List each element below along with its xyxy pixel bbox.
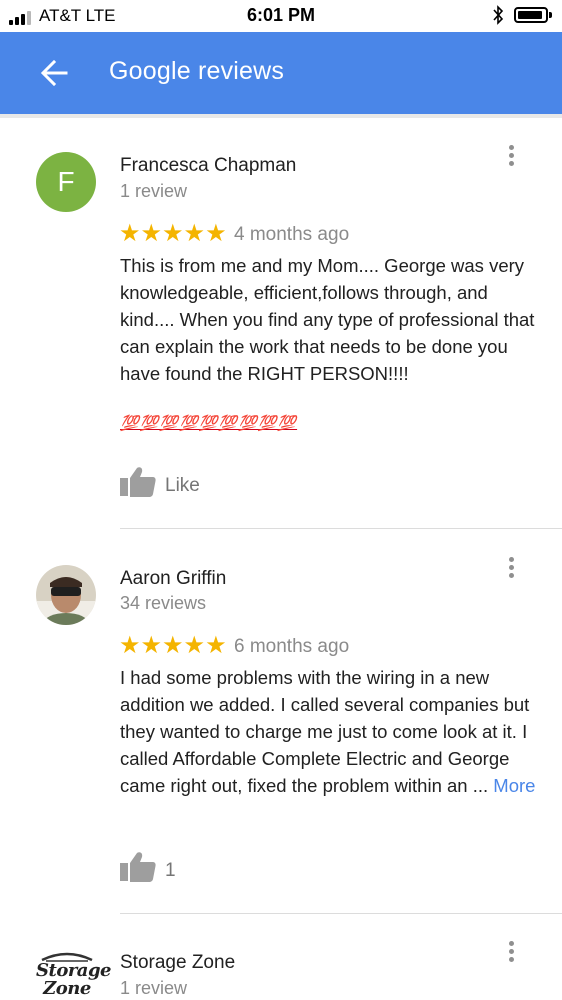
avatar[interactable] [36,565,96,625]
review-card: Storage Zone Storage Zone 1 review [0,914,562,1000]
reviewer-review-count: 1 review [120,181,188,201]
star-rating: ★★★★★ [119,632,227,659]
like-count: 1 [165,860,176,881]
review-time-ago: 6 months ago [234,636,350,657]
review-text-body: I had some problems with the wiring in a… [120,667,530,796]
review-emoji: 💯💯💯💯💯💯💯💯💯 [120,415,298,432]
review-time-ago: 4 months ago [234,224,350,245]
battery-icon [514,7,548,23]
more-link[interactable]: More [493,775,535,796]
reviewer-name[interactable]: Aaron Griffin [120,568,226,590]
bluetooth-icon [493,5,504,25]
star-rating: ★★★★★ [119,220,227,247]
review-card: F Francesca Chapman 1 review ★★★★★ 4 mon… [0,118,562,528]
reviewer-name[interactable]: Francesca Chapman [120,155,296,177]
more-options-icon[interactable] [506,145,516,169]
reviewer-review-count: 1 review [120,978,188,998]
thumbs-up-icon[interactable] [120,851,156,883]
thumbs-up-icon[interactable] [120,466,156,498]
reviewer-review-count: 34 reviews [120,593,207,613]
more-options-icon[interactable] [506,941,516,965]
page-title: Google reviews [109,57,285,85]
review-card: Aaron Griffin 34 reviews ★★★★★ 6 months … [0,529,562,914]
review-text: I had some problems with the wiring in a… [120,664,540,799]
status-bar: AT&T LTE 6:01 PM [0,0,562,32]
app-bar: Google reviews [0,32,562,114]
back-arrow-icon[interactable] [40,60,68,86]
status-time: 6:01 PM [246,5,316,25]
avatar-photo-icon [36,565,96,625]
more-options-icon[interactable] [506,557,516,581]
avatar[interactable]: F [36,152,96,212]
avatar[interactable]: Storage Zone [36,948,112,1000]
battery-tip [549,12,552,18]
reviewer-name[interactable]: Storage Zone [120,952,235,974]
like-button[interactable]: Like [165,475,200,497]
review-text: This is from me and my Mom.... George wa… [120,255,535,384]
storage-zone-logo-text: Storage Zone [36,960,112,999]
